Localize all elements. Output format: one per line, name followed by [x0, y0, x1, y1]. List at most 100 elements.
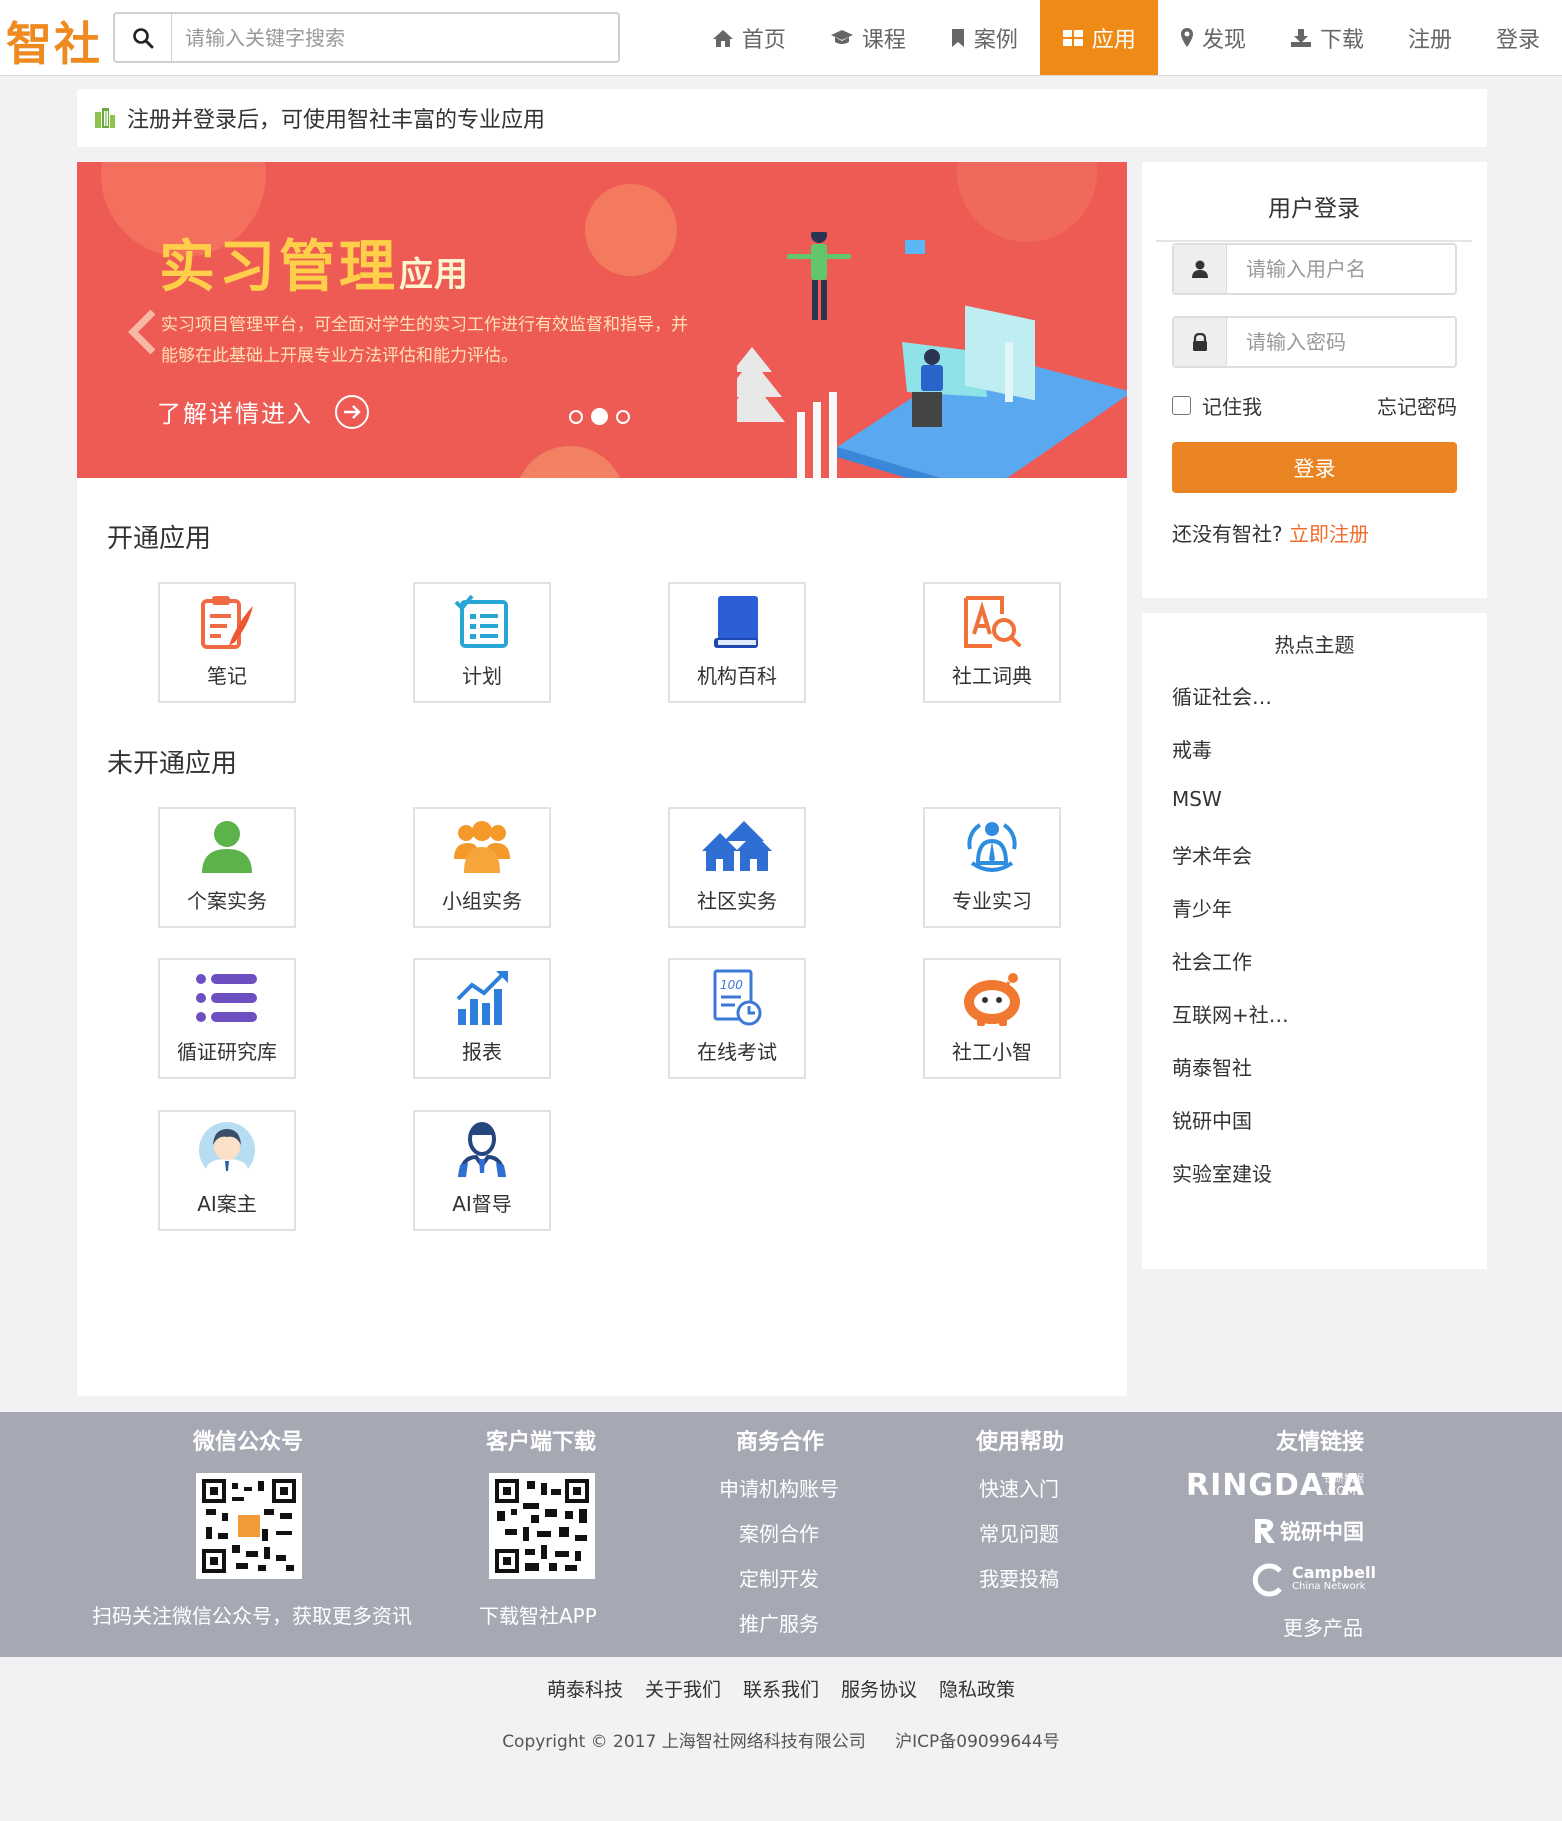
bookmark-icon — [950, 28, 966, 48]
app-tile-org-wiki[interactable]: 机构百科 — [668, 582, 806, 703]
nav-login[interactable]: 登录 — [1474, 0, 1562, 75]
nav-courses[interactable]: 课程 — [808, 0, 928, 75]
app-tile-online-exam[interactable]: 100 在线考试 — [668, 958, 806, 1079]
remember-checkbox[interactable] — [1172, 396, 1191, 415]
bottom-link[interactable]: 隐私政策 — [939, 1675, 1015, 1702]
app-tile-label: 社区实务 — [697, 889, 777, 913]
ai-client-avatar-icon — [160, 1120, 294, 1180]
closed-apps-title: 未开通应用 — [107, 749, 238, 779]
book-icon — [670, 592, 804, 652]
banner-dot-2[interactable] — [591, 408, 608, 425]
banner-decor-circle — [515, 446, 625, 478]
icp-number[interactable]: 沪ICP备09099644号 — [895, 1732, 1060, 1752]
lock-icon — [1174, 318, 1227, 366]
campbell-logo[interactable]: Campbell China Network — [1252, 1563, 1376, 1597]
app-tile-ai-supervisor[interactable]: AI督导 — [413, 1110, 551, 1231]
nav-register-label: 注册 — [1407, 27, 1452, 53]
nav-cases[interactable]: 案例 — [928, 0, 1040, 75]
hot-topic-item[interactable]: 互联网+社… — [1172, 999, 1289, 1028]
forgot-password-link[interactable]: 忘记密码 — [1377, 391, 1457, 420]
app-tile-groupwork[interactable]: 小组实务 — [413, 807, 551, 928]
download-icon — [1290, 28, 1312, 48]
hot-topics-panel: 热点主题 循证社会… 戒毒 MSW 学术年会 青少年 社会工作 互联网+社… 萌… — [1142, 613, 1487, 1269]
site-footer: 微信公众号 扫码关注微信公众号，获取更多资讯 客户端下载 下载智社APP 商务合… — [0, 1412, 1562, 1657]
copyright-text: Copyright © 2017 上海智社网络科技有限公司 — [502, 1732, 866, 1752]
bottom-link[interactable]: 萌泰科技 — [547, 1675, 623, 1702]
promo-banner[interactable]: 实习管理应用 实习项目管理平台，可全面对学生的实习工作进行有效监督和指导，并能够… — [77, 162, 1127, 478]
app-tile-notes[interactable]: 笔记 — [158, 582, 296, 703]
footer-business-link[interactable]: 申请机构账号 — [719, 1473, 839, 1502]
ringdata-logo[interactable]: RINGDATA 锐研数据 .COM — [1186, 1468, 1365, 1503]
no-account-text: 还没有智社? — [1172, 522, 1283, 546]
ruiyan-china-logo[interactable]: 锐研中国 — [1252, 1516, 1364, 1546]
app-tile-evidence-library[interactable]: 循证研究库 — [158, 958, 296, 1079]
campbell-logo-text: Campbell China Network — [1292, 1565, 1376, 1594]
banner-dot-1[interactable] — [569, 409, 583, 424]
footer-business-link[interactable]: 推广服务 — [739, 1608, 819, 1637]
bottom-link[interactable]: 关于我们 — [645, 1675, 721, 1702]
app-tile-label: 计划 — [462, 664, 502, 688]
banner-more-link[interactable]: 了解详情进入 — [157, 394, 369, 429]
hot-topic-item[interactable]: 学术年会 — [1172, 840, 1252, 869]
hot-topic-item[interactable]: 青少年 — [1172, 893, 1232, 922]
username-input[interactable] — [1230, 245, 1452, 293]
robot-mascot-icon — [925, 968, 1059, 1028]
grid-icon — [1062, 28, 1084, 48]
footer-business-link[interactable]: 案例合作 — [739, 1518, 819, 1547]
password-input[interactable] — [1230, 318, 1452, 366]
hot-topic-item[interactable]: 戒毒 — [1172, 734, 1212, 763]
main-nav: 首页 课程 案例 应用 发现 下载 注册 登录 — [690, 0, 1562, 75]
register-link[interactable]: 立即注册 — [1289, 522, 1369, 546]
footer-help-link[interactable]: 快速入门 — [979, 1473, 1059, 1502]
hot-topic-item[interactable]: 社会工作 — [1172, 946, 1252, 975]
nav-apps[interactable]: 应用 — [1039, 0, 1158, 75]
bottom-link[interactable]: 联系我们 — [743, 1675, 819, 1702]
footer-help-link[interactable]: 常见问题 — [979, 1518, 1059, 1547]
bottom-link[interactable]: 服务协议 — [841, 1675, 917, 1702]
app-tile-casework[interactable]: 个案实务 — [158, 807, 296, 928]
search-icon — [133, 27, 154, 48]
hot-topic-item[interactable]: 实验室建设 — [1172, 1158, 1272, 1187]
nav-discover[interactable]: 发现 — [1158, 0, 1268, 75]
arrow-right-circle-icon — [335, 394, 369, 429]
nav-download[interactable]: 下载 — [1268, 0, 1386, 75]
login-panel: 用户登录 记住我 忘记密码 登录 还没有智社? 立即注册 — [1142, 162, 1487, 598]
app-tile-dictionary[interactable]: 社工词典 — [923, 582, 1061, 703]
ai-supervisor-icon — [415, 1120, 549, 1180]
site-logo[interactable]: 智社 — [6, 8, 102, 74]
app-tile-label: 个案实务 — [187, 889, 267, 913]
app-tile-ai-client[interactable]: AI案主 — [158, 1110, 296, 1231]
apps-panel: 实习管理应用 实习项目管理平台，可全面对学生的实习工作进行有效监督和指导，并能够… — [77, 162, 1127, 1396]
bottom-bar: 萌泰科技 关于我们 联系我们 服务协议 隐私政策 Copyright © 201… — [0, 1657, 1562, 1821]
hot-topic-item[interactable]: 萌泰智社 — [1172, 1052, 1252, 1081]
remember-me[interactable]: 记住我 — [1172, 391, 1262, 420]
list-icon — [160, 968, 294, 1028]
footer-business-link[interactable]: 定制开发 — [739, 1563, 819, 1592]
hot-topic-item[interactable]: 循证社会… — [1172, 681, 1272, 710]
search-input[interactable] — [175, 14, 615, 61]
login-button[interactable]: 登录 — [1172, 442, 1457, 493]
app-tile-community[interactable]: 社区实务 — [668, 807, 806, 928]
more-products-link[interactable]: 更多产品 — [1283, 1612, 1363, 1641]
search-button[interactable] — [115, 14, 172, 61]
hot-topic-item[interactable]: 锐研中国 — [1172, 1105, 1252, 1134]
hot-topic-item[interactable]: MSW — [1172, 787, 1222, 811]
nav-home[interactable]: 首页 — [690, 0, 808, 75]
map-marker-icon — [1180, 27, 1194, 49]
app-tile-reports[interactable]: 报表 — [413, 958, 551, 1079]
banner-prev-arrow[interactable] — [127, 309, 159, 358]
app-tile-assistant[interactable]: 社工小智 — [923, 958, 1061, 1079]
svg-text:100: 100 — [720, 978, 743, 992]
footer-help-link[interactable]: 我要投稿 — [979, 1563, 1059, 1592]
remember-label: 记住我 — [1202, 395, 1262, 419]
footer-friends-title: 友情链接 — [1276, 1430, 1365, 1455]
footer-client-caption: 下载智社APP — [479, 1604, 597, 1628]
app-tile-internship[interactable]: 专业实习 — [923, 807, 1061, 928]
home-icon — [712, 28, 734, 48]
banner-dot-3[interactable] — [616, 409, 630, 424]
app-tile-label: 小组实务 — [442, 889, 522, 913]
nav-register[interactable]: 注册 — [1386, 0, 1474, 75]
office-illustration — [737, 232, 1127, 478]
app-tile-label: 循证研究库 — [177, 1040, 277, 1064]
app-tile-plan[interactable]: 计划 — [413, 582, 551, 703]
